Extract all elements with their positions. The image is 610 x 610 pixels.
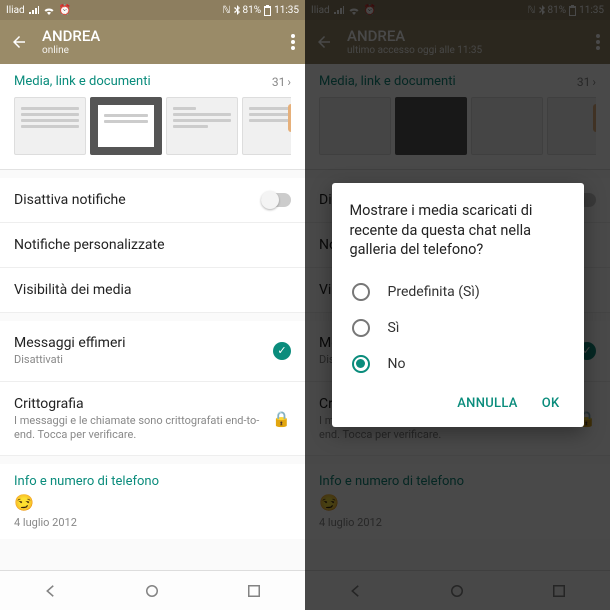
option-label: No [388,356,406,372]
ephemeral-label: Messaggi effimeri [14,335,273,351]
row-media-visibility[interactable]: Visibilità dei media [0,268,305,313]
ok-button[interactable]: OK [542,396,560,411]
option-label: Sì [388,320,400,336]
phone-right: Iliad ⏰ ℕ 81% 11:35 ANDREA ultimo access… [305,0,610,610]
media-thumb[interactable] [242,97,291,155]
media-visibility-dialog: Mostrare i media scaricati di recente da… [332,183,584,427]
check-icon: ✓ [273,342,291,360]
row-mute[interactable]: Disattiva notifiche [0,178,305,223]
media-strip[interactable] [14,97,291,159]
about-emoji: 😏 [14,493,291,512]
mute-label: Disattiva notifiche [14,192,261,208]
about-date: 4 luglio 2012 [14,516,291,529]
nav-back-icon[interactable] [42,582,60,600]
row-encryption[interactable]: Crittografia I messaggi e le chiamate so… [0,382,305,457]
wifi-icon [43,6,55,15]
ephemeral-sub: Disattivati [14,353,273,367]
option-label: Predefinita (Sì) [388,284,480,300]
media-thumb[interactable] [166,97,238,155]
phone-left: Iliad ⏰ ℕ 81% 11:35 ANDREA o [0,0,305,610]
option-yes[interactable]: Sì [350,310,566,346]
info-title: Info e numero di telefono [14,474,291,489]
carrier-label: Iliad [6,5,25,16]
more-icon[interactable] [291,34,295,50]
toggle-switch[interactable] [261,193,291,207]
nfc-icon: ℕ [223,5,231,16]
contact-status: online [42,45,100,56]
contact-name[interactable]: ANDREA [42,28,100,45]
media-count: 31 [272,75,286,89]
custom-notif-label: Notifiche personalizzate [14,237,291,253]
nav-recent-icon[interactable] [245,582,263,600]
nav-home-icon[interactable] [143,582,161,600]
lock-icon: 🔒 [272,410,291,428]
bluetooth-icon [234,5,240,15]
alarm-icon: ⏰ [59,5,71,16]
battery-label: 81% [243,5,262,16]
app-header: ANDREA online [0,20,305,64]
cancel-button[interactable]: ANNULLA [457,396,517,411]
chevron-right-icon: › [287,75,291,89]
battery-icon [264,5,271,16]
android-navbar [0,570,305,610]
status-bar: Iliad ⏰ ℕ 81% 11:35 [0,0,305,20]
media-label: Media, link e documenti [14,74,151,89]
back-icon[interactable] [10,33,28,51]
signal-icon [29,6,39,15]
content: Media, link e documenti 31 › Disattiva n… [0,64,305,570]
row-custom-notifications[interactable]: Notifiche personalizzate [0,223,305,268]
media-thumb[interactable] [14,97,86,155]
crypto-sub: I messaggi e le chiamate sono crittograf… [14,414,272,442]
radio-icon-selected[interactable] [352,355,370,373]
crypto-label: Crittografia [14,396,272,412]
modal-overlay[interactable]: Mostrare i media scaricati di recente da… [305,0,610,610]
radio-icon[interactable] [352,283,370,301]
row-ephemeral[interactable]: Messaggi effimeri Disattivati ✓ [0,321,305,382]
visibility-label: Visibilità dei media [14,282,291,298]
info-section: Info e numero di telefono 😏 4 luglio 201… [0,464,305,539]
media-section[interactable]: Media, link e documenti 31 › [0,64,305,170]
time-label: 11:35 [274,5,299,16]
option-no[interactable]: No [350,346,566,382]
dialog-title: Mostrare i media scaricati di recente da… [350,201,566,260]
media-thumb[interactable] [90,97,162,155]
option-default[interactable]: Predefinita (Sì) [350,274,566,310]
radio-icon[interactable] [352,319,370,337]
